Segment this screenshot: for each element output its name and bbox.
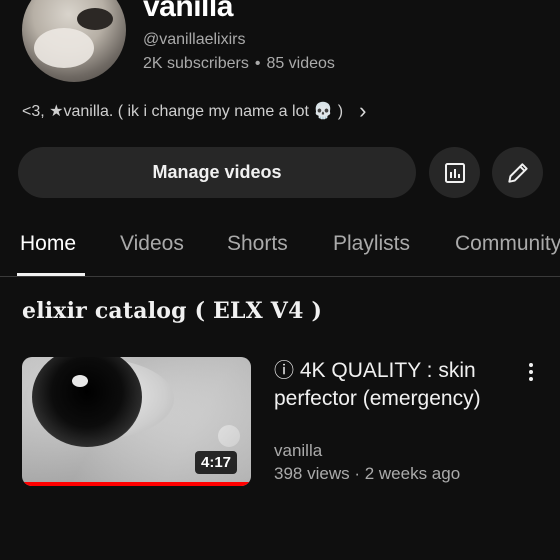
pencil-icon (507, 162, 528, 183)
analytics-icon (444, 162, 465, 183)
video-metadata: 398 views · 2 weeks ago (274, 464, 461, 483)
channel-description[interactable]: <3, ★vanilla. ( ik i change my name a lo… (22, 98, 542, 124)
channel-description-text: <3, ★vanilla. ( ik i change my name a lo… (22, 103, 344, 120)
avatar-shadow (77, 8, 113, 30)
channel-tabs: Home Videos Shorts Playlists Community (0, 222, 560, 276)
channel-avatar[interactable] (22, 0, 126, 82)
tab-community[interactable]: Community (455, 232, 560, 256)
video-count: 85 videos (266, 55, 335, 72)
video-title-text: 4K QUALITY : skin perfector (emergency) (274, 359, 481, 410)
chevron-right-icon[interactable]: › (359, 98, 366, 124)
subscriber-count: 2K subscribers (143, 55, 249, 72)
video-channel-name: vanilla (274, 441, 323, 460)
tab-home[interactable]: Home (20, 232, 76, 256)
tab-playlists[interactable]: Playlists (333, 232, 410, 256)
tabs-divider (0, 276, 560, 277)
manage-videos-button[interactable]: Manage videos (18, 147, 416, 198)
more-options-button[interactable] (516, 358, 546, 386)
more-vert-icon (529, 363, 533, 381)
info-icon: ⓘ (274, 360, 294, 382)
edit-channel-button[interactable] (492, 147, 543, 198)
tab-shorts[interactable]: Shorts (227, 232, 288, 256)
channel-page: vanilla @vanillaelixirs 2K subscribers • 8… (0, 0, 560, 560)
section-title[interactable]: elixir catalog ( ELX V4 ) (22, 298, 322, 324)
channel-stats: 2K subscribers • 85 videos (143, 55, 335, 73)
channel-name: vanilla (143, 0, 233, 23)
channel-handle: @vanillaelixirs (143, 31, 246, 48)
avatar-highlight (34, 28, 94, 68)
video-title[interactable]: ⓘ 4K QUALITY : skin perfector (emergency… (274, 357, 514, 412)
tab-videos[interactable]: Videos (120, 232, 184, 256)
video-duration: 4:17 (195, 451, 238, 474)
stats-separator: • (254, 55, 261, 72)
analytics-button[interactable] (429, 147, 480, 198)
watch-progress-bar (22, 482, 251, 486)
